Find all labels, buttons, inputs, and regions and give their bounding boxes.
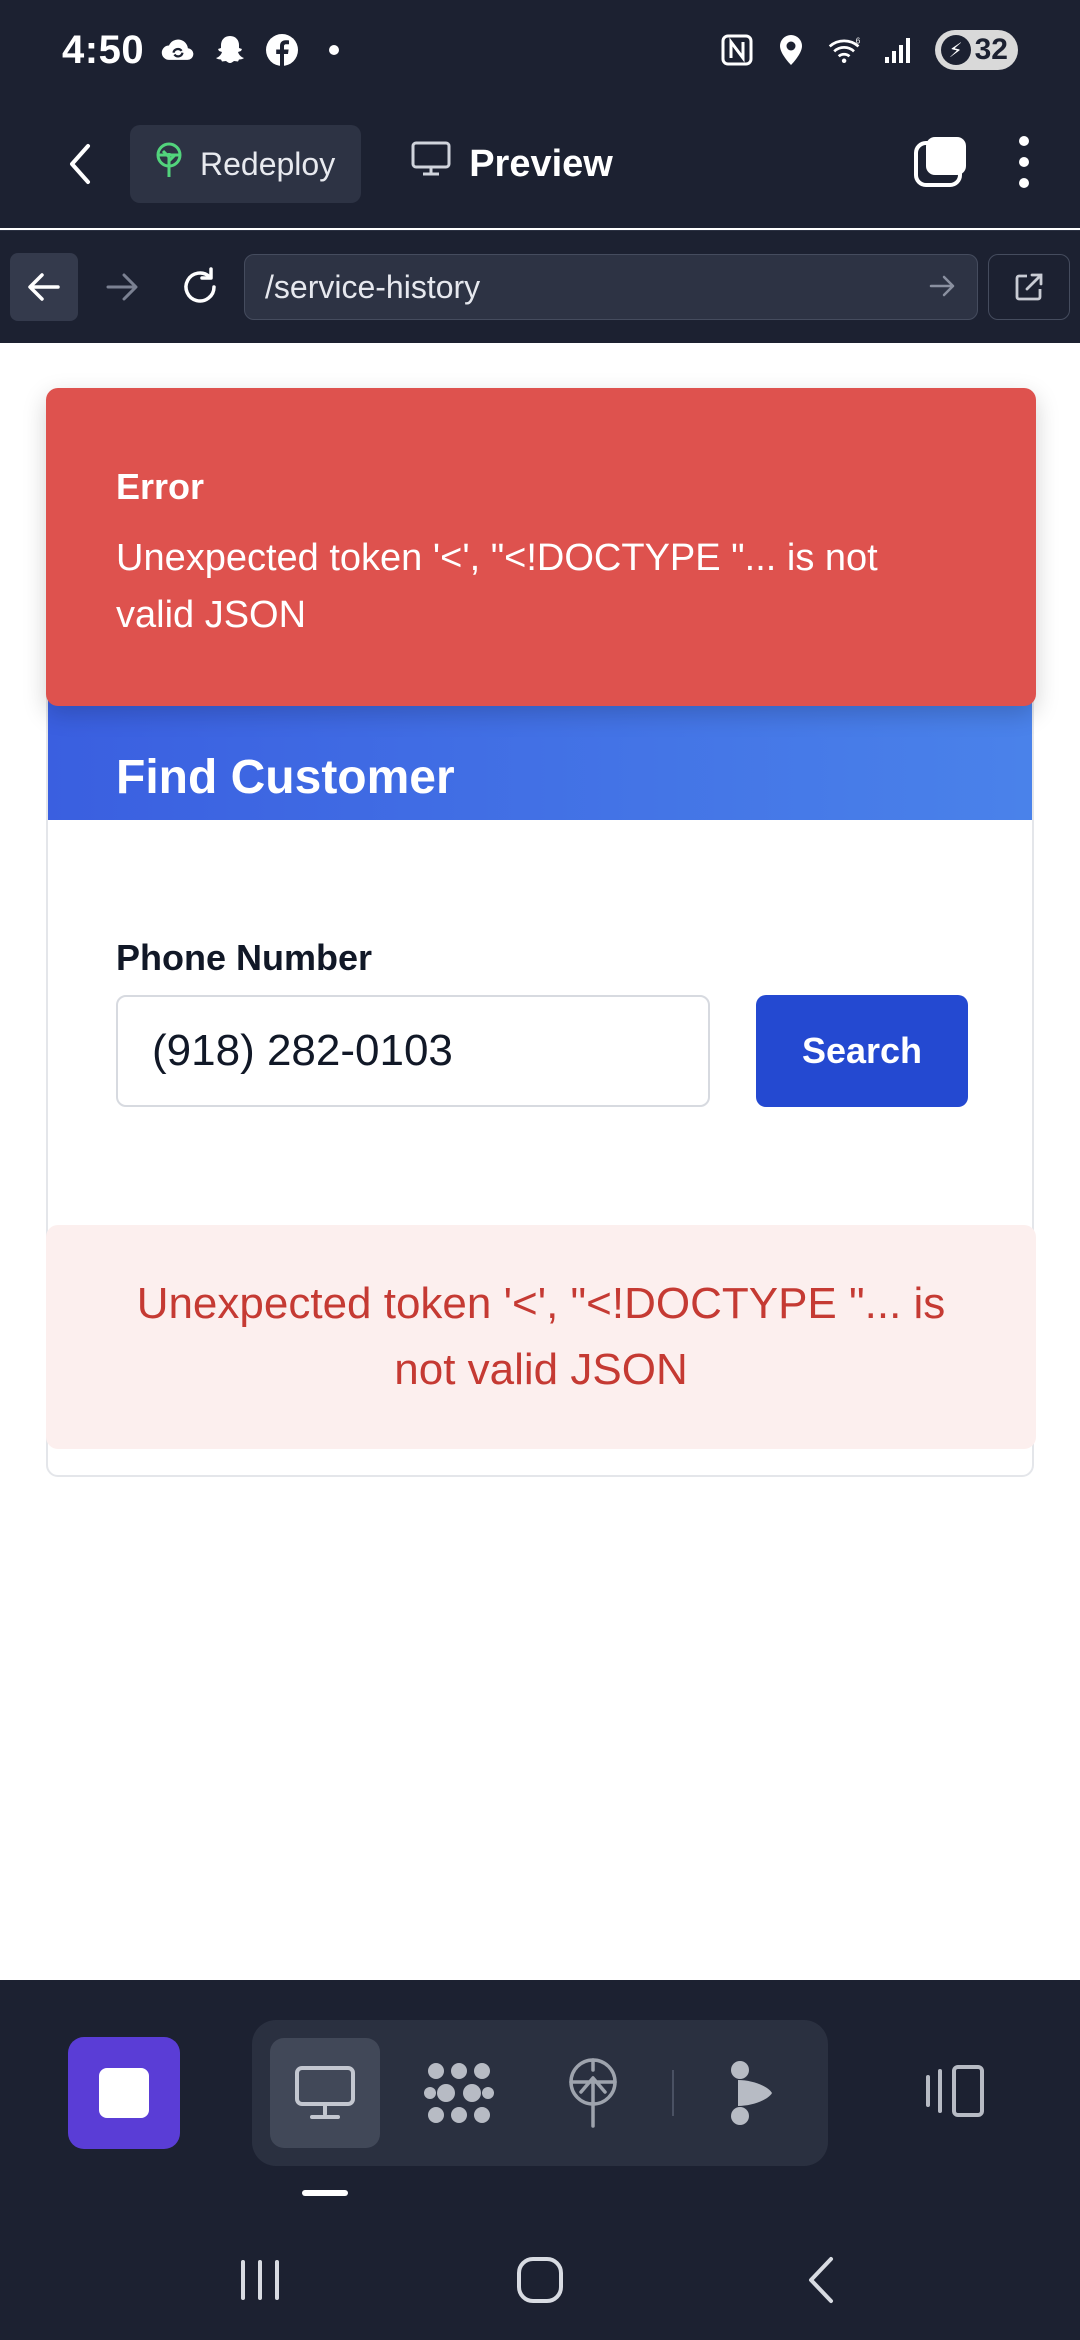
phone-number-value: (918) 282-0103 bbox=[152, 1026, 453, 1075]
dot-icon bbox=[316, 32, 352, 68]
recents-icon bbox=[241, 2260, 279, 2300]
open-external-button[interactable] bbox=[988, 254, 1070, 320]
deploy-tool-button[interactable] bbox=[538, 2038, 648, 2148]
error-message-box: Unexpected token '<', "<!DOCTYPE "... is… bbox=[46, 1225, 1036, 1449]
status-time: 4:50 bbox=[62, 27, 145, 72]
bottom-toolbar bbox=[0, 1980, 1080, 2340]
search-button[interactable]: Search bbox=[756, 995, 968, 1107]
signal-icon bbox=[881, 32, 917, 68]
card-title: Find Customer bbox=[116, 751, 455, 804]
battery-indicator: ⚡ 32 bbox=[934, 30, 1018, 70]
deploy-tree-icon bbox=[569, 2058, 617, 2128]
cluster-tool-button[interactable] bbox=[404, 2038, 514, 2148]
redeploy-label: Redeploy bbox=[200, 145, 336, 182]
chevron-left-icon bbox=[809, 2257, 833, 2303]
home-icon bbox=[517, 2257, 563, 2303]
active-tab-indicator bbox=[302, 2190, 348, 2196]
reload-icon bbox=[184, 267, 216, 303]
phone-number-input[interactable]: (918) 282-0103 bbox=[116, 995, 710, 1107]
redeploy-button[interactable]: Redeploy bbox=[130, 125, 362, 203]
deploy-tree-icon bbox=[152, 141, 186, 187]
toast-message: Unexpected token '<', "<!DOCTYPE "... is… bbox=[116, 537, 878, 636]
home-button[interactable] bbox=[490, 2240, 590, 2320]
preview-label: Preview bbox=[469, 142, 613, 185]
reload-button[interactable] bbox=[166, 253, 234, 321]
agent-icon bbox=[731, 2061, 772, 2125]
url-bar: /service-history bbox=[0, 230, 1080, 343]
phone-number-label: Phone Number bbox=[116, 937, 373, 978]
stop-icon bbox=[99, 2068, 149, 2118]
cloud-sync-icon bbox=[160, 32, 196, 68]
cluster-icon bbox=[424, 2063, 494, 2123]
facebook-icon bbox=[264, 32, 300, 68]
browser-back-button[interactable] bbox=[10, 253, 78, 321]
desktop-icon bbox=[295, 2066, 355, 2119]
panel-toggle-icon bbox=[926, 2065, 984, 2117]
external-link-icon bbox=[1015, 273, 1043, 301]
wifi-icon: 6 bbox=[827, 32, 863, 68]
chevron-left-icon bbox=[70, 144, 90, 184]
system-back-button[interactable] bbox=[770, 2240, 870, 2320]
url-path: /service-history bbox=[265, 268, 481, 305]
toast-title: Error bbox=[116, 466, 205, 507]
system-navigation-bar bbox=[0, 2220, 1080, 2340]
tool-divider bbox=[672, 2070, 674, 2116]
battery-level: 32 bbox=[974, 33, 1008, 66]
nfc-icon bbox=[719, 32, 755, 68]
preview-content: Find Customer Phone Number (918) 282-010… bbox=[0, 343, 1080, 1980]
panel-toggle-button[interactable] bbox=[920, 2046, 990, 2136]
arrow-right-icon bbox=[106, 273, 138, 301]
monitor-icon bbox=[411, 141, 451, 187]
desktop-tool-button[interactable] bbox=[270, 2038, 380, 2148]
error-message-text: Unexpected token '<', "<!DOCTYPE "... is… bbox=[136, 1279, 946, 1394]
recents-button[interactable] bbox=[210, 2240, 310, 2320]
app-header: Redeploy Preview bbox=[0, 100, 1080, 228]
browser-forward-button[interactable] bbox=[88, 253, 156, 321]
arrow-left-icon bbox=[28, 273, 60, 301]
agent-tool-button[interactable] bbox=[698, 2038, 808, 2148]
svg-text:6: 6 bbox=[855, 37, 860, 46]
snapchat-icon bbox=[212, 32, 248, 68]
go-arrow-icon[interactable] bbox=[929, 269, 957, 306]
location-icon bbox=[773, 32, 809, 68]
more-options-icon[interactable] bbox=[1018, 135, 1030, 194]
preview-tab[interactable]: Preview bbox=[411, 141, 613, 187]
status-bar: 4:50 6 ⚡ 32 bbox=[0, 0, 1080, 100]
back-button[interactable] bbox=[30, 114, 130, 214]
stop-button[interactable] bbox=[68, 2037, 180, 2149]
charging-icon: ⚡ bbox=[940, 35, 971, 65]
tabs-icon[interactable] bbox=[912, 135, 968, 194]
error-toast[interactable]: Error Unexpected token '<', "<!DOCTYPE "… bbox=[46, 388, 1036, 706]
tool-group bbox=[252, 2020, 828, 2166]
url-input[interactable]: /service-history bbox=[244, 254, 978, 320]
